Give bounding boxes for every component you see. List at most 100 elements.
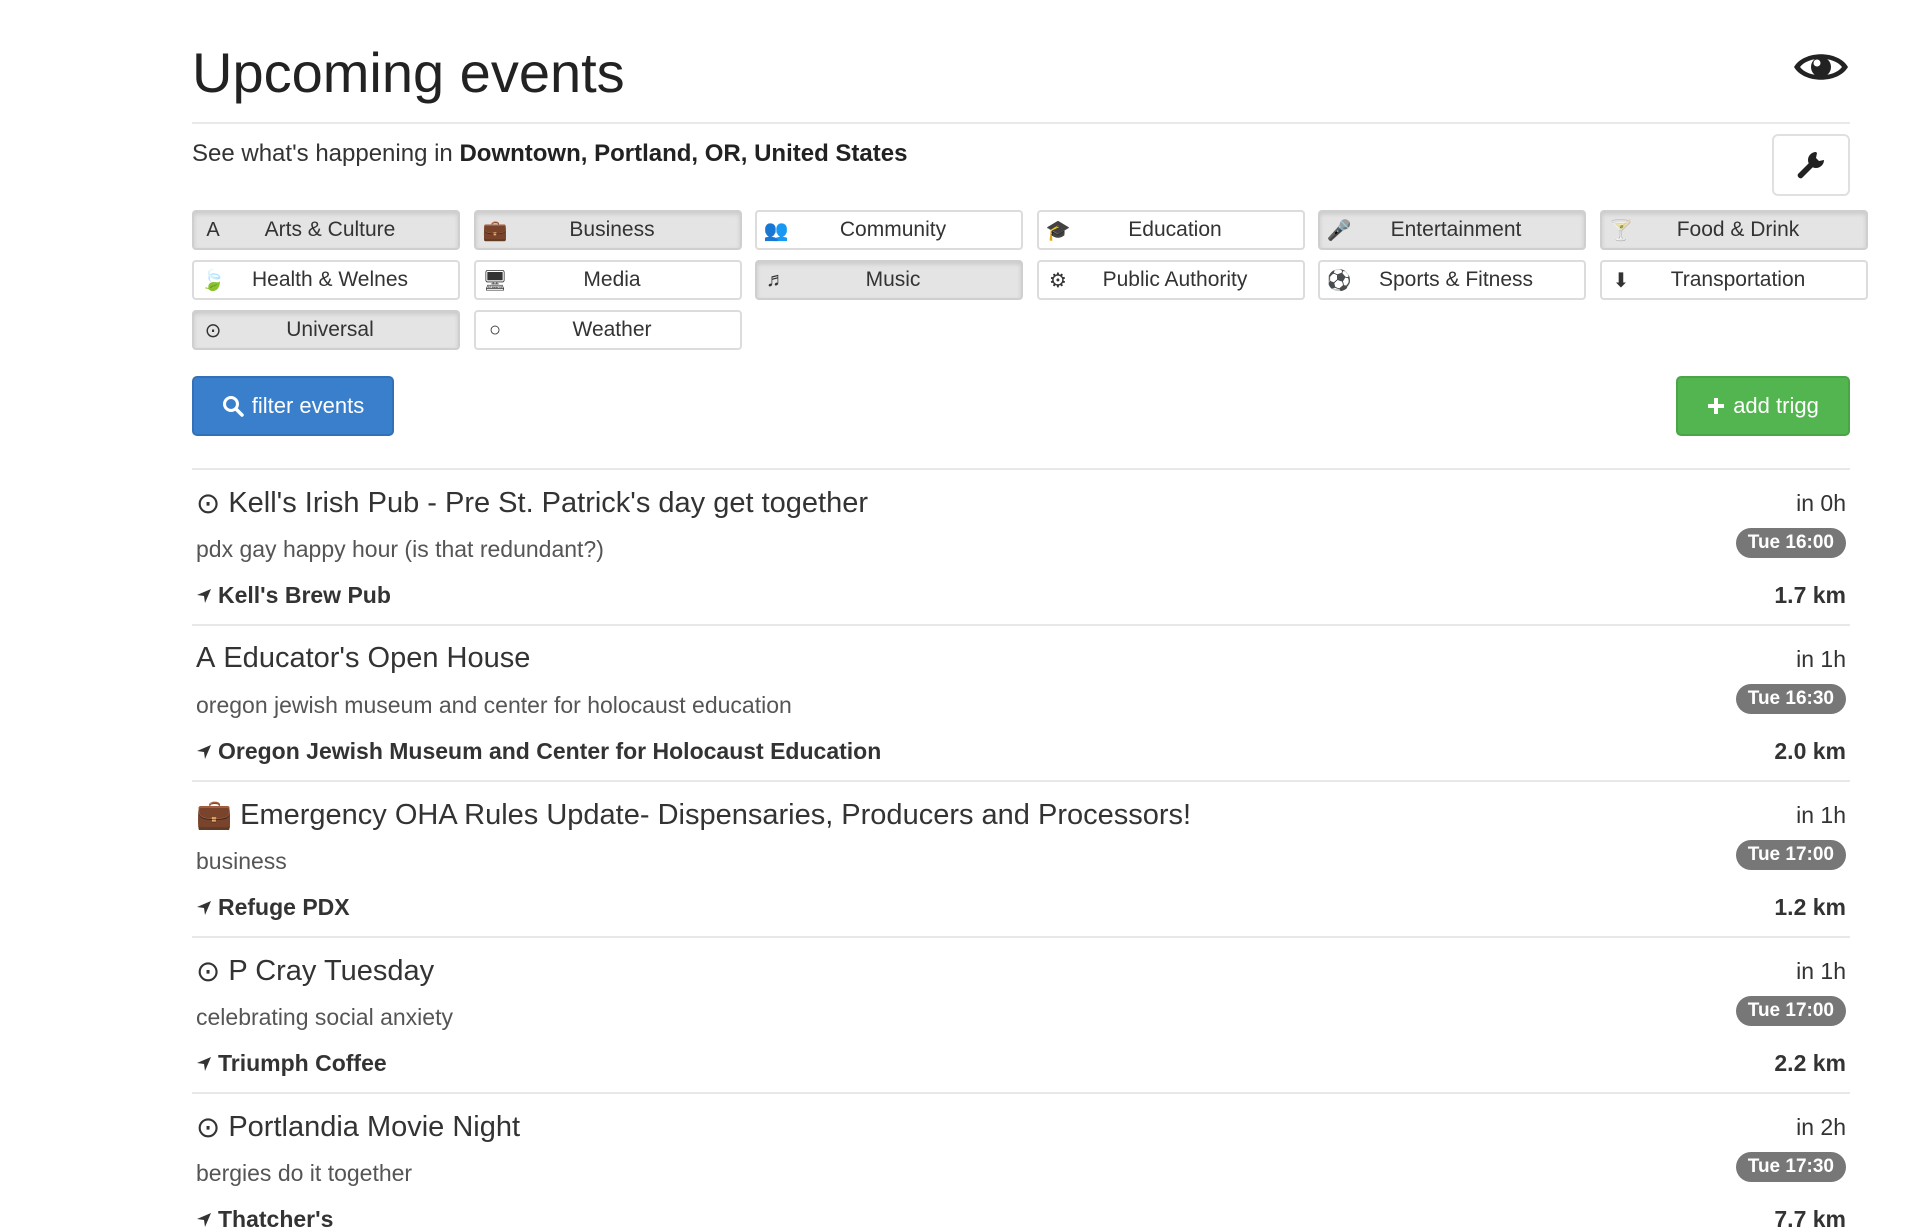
add-trigger-button[interactable]: add trigg <box>1676 376 1850 436</box>
location-arrow-icon <box>197 588 211 603</box>
category-food-drink[interactable]: 🍸 Food & Drink <box>1600 210 1868 250</box>
category-icon: 🎓 <box>1045 219 1071 242</box>
event-category-icon: A <box>196 642 216 674</box>
event-distance: 7.7 km <box>1774 1206 1846 1232</box>
category-icon: 🎤 <box>1326 219 1352 242</box>
category-icon: ⚙ <box>1049 269 1067 292</box>
event-title-text: P Cray Tuesday <box>228 955 435 987</box>
event-title[interactable]: ⊙ Kell's Irish Pub - Pre St. Patrick's d… <box>196 486 868 521</box>
category-icon: 💼 <box>482 219 508 242</box>
event-time-badge: Tue 16:00 <box>1735 528 1846 558</box>
event-subtitle: business <box>196 848 287 874</box>
page: Upcoming events See what's happening in … <box>192 0 1868 1232</box>
page-title: Upcoming events <box>192 41 625 104</box>
event-venue-text: Refuge PDX <box>218 894 350 920</box>
category-transportation[interactable]: ⬇ Transportation <box>1600 260 1868 300</box>
filter-events-button[interactable]: filter events <box>192 376 394 436</box>
category-label: Transportation <box>1670 268 1806 291</box>
category-business[interactable]: 💼 Business <box>474 210 742 250</box>
plus-icon <box>1708 398 1725 414</box>
event-venue[interactable]: Kell's Brew Pub <box>196 582 391 609</box>
event-subtitle: celebrating social anxiety <box>196 1004 453 1030</box>
category-label: Entertainment <box>1390 218 1522 241</box>
category-label: Food & Drink <box>1676 218 1800 241</box>
event-venue-text: Kell's Brew Pub <box>218 582 391 608</box>
header-divider <box>192 122 1850 124</box>
event-title[interactable]: ⊙ Portlandia Movie Night <box>196 1110 520 1145</box>
event-item[interactable]: ⊙ P Cray Tuesday celebrating social anxi… <box>192 936 1850 1092</box>
category-label: Universal <box>286 318 374 341</box>
location-arrow-icon <box>197 900 211 915</box>
category-icon: ⬇ <box>1612 269 1630 292</box>
event-subtitle: oregon jewish museum and center for holo… <box>196 692 792 718</box>
event-item[interactable]: ⊙ Portlandia Movie Night bergies do it t… <box>192 1092 1850 1232</box>
category-entertainment[interactable]: 🎤 Entertainment <box>1318 210 1586 250</box>
event-relative-time: in 1h <box>1796 646 1846 672</box>
event-time-badge: Tue 17:00 <box>1735 996 1846 1026</box>
location-arrow-icon <box>197 1212 211 1227</box>
event-relative-time: in 2h <box>1796 1114 1846 1140</box>
search-icon <box>222 396 244 417</box>
event-relative-time: in 1h <box>1796 958 1846 984</box>
category-icon: A <box>206 218 220 241</box>
category-music[interactable]: ♬ Music <box>755 260 1023 300</box>
location-text: See what's happening in Downtown, Portla… <box>192 140 907 168</box>
category-icon: ⚽ <box>1326 269 1352 292</box>
event-time-badge: Tue 16:30 <box>1735 684 1846 714</box>
location-prefix: See what's happening in <box>192 140 460 167</box>
category-arts-culture[interactable]: A Arts & Culture <box>192 210 460 250</box>
wrench-icon <box>1797 152 1824 179</box>
event-category-icon: ⊙ <box>196 1112 221 1144</box>
category-icon: ⊙ <box>204 319 222 342</box>
event-venue[interactable]: Oregon Jewish Museum and Center for Holo… <box>196 738 881 765</box>
event-title[interactable]: A Educator's Open House <box>196 642 530 675</box>
category-label: Music <box>865 268 921 291</box>
category-icon: 🖥 <box>482 269 508 292</box>
category-label: Media <box>583 268 641 291</box>
category-icon: ♬ <box>766 268 786 291</box>
event-subtitle: pdx gay happy hour (is that redundant?) <box>196 536 604 562</box>
event-title[interactable]: 💼 Emergency OHA Rules Update- Dispensari… <box>196 798 1191 832</box>
event-venue[interactable]: Triumph Coffee <box>196 1050 387 1077</box>
settings-button[interactable] <box>1772 134 1850 196</box>
category-label: Arts & Culture <box>264 218 396 241</box>
category-weather[interactable]: ○ Weather <box>474 310 742 350</box>
event-item[interactable]: ⊙ Kell's Irish Pub - Pre St. Patrick's d… <box>192 468 1850 624</box>
event-distance: 2.0 km <box>1774 738 1846 764</box>
event-subtitle: bergies do it together <box>196 1160 413 1186</box>
category-health-welnes[interactable]: 🍃 Health & Welnes <box>192 260 460 300</box>
event-title-text: Emergency OHA Rules Update- Dispensaries… <box>240 798 1192 831</box>
event-time-badge: Tue 17:00 <box>1735 840 1846 870</box>
event-category-icon: ⊙ <box>196 488 221 520</box>
event-venue[interactable]: Refuge PDX <box>196 894 350 921</box>
location-arrow-icon <box>197 1056 211 1071</box>
category-media[interactable]: 🖥 Media <box>474 260 742 300</box>
event-distance: 1.7 km <box>1774 582 1846 608</box>
location-place: Downtown, Portland, OR, United States <box>459 140 908 167</box>
category-universal[interactable]: ⊙ Universal <box>192 310 460 350</box>
category-sports-fitness[interactable]: ⚽ Sports & Fitness <box>1318 260 1586 300</box>
event-title-text: Educator's Open House <box>223 642 531 674</box>
eye-icon[interactable] <box>1792 46 1850 88</box>
event-venue[interactable]: Thatcher's <box>196 1206 333 1232</box>
category-icon: 👥 <box>763 219 789 242</box>
event-venue-text: Thatcher's <box>218 1206 334 1232</box>
event-time-badge: Tue 17:30 <box>1735 1152 1846 1182</box>
category-icon: ○ <box>488 318 502 341</box>
event-distance: 2.2 km <box>1774 1050 1846 1076</box>
event-relative-time: in 1h <box>1796 802 1846 828</box>
category-education[interactable]: 🎓 Education <box>1037 210 1305 250</box>
event-item[interactable]: A Educator's Open House oregon jewish mu… <box>192 624 1850 780</box>
event-item[interactable]: 💼 Emergency OHA Rules Update- Dispensari… <box>192 780 1850 936</box>
filter-events-label: filter events <box>251 393 365 418</box>
event-title[interactable]: ⊙ P Cray Tuesday <box>196 954 434 989</box>
event-venue-text: Oregon Jewish Museum and Center for Holo… <box>218 738 882 764</box>
location-arrow-icon <box>197 744 211 759</box>
event-category-icon: 💼 <box>196 799 233 831</box>
category-public-authority[interactable]: ⚙ Public Authority <box>1037 260 1305 300</box>
category-community[interactable]: 👥 Community <box>755 210 1023 250</box>
event-title-text: Portlandia Movie Night <box>228 1111 521 1143</box>
event-venue-text: Triumph Coffee <box>218 1050 387 1076</box>
header: Upcoming events <box>192 32 1850 128</box>
category-label: Weather <box>572 318 652 341</box>
